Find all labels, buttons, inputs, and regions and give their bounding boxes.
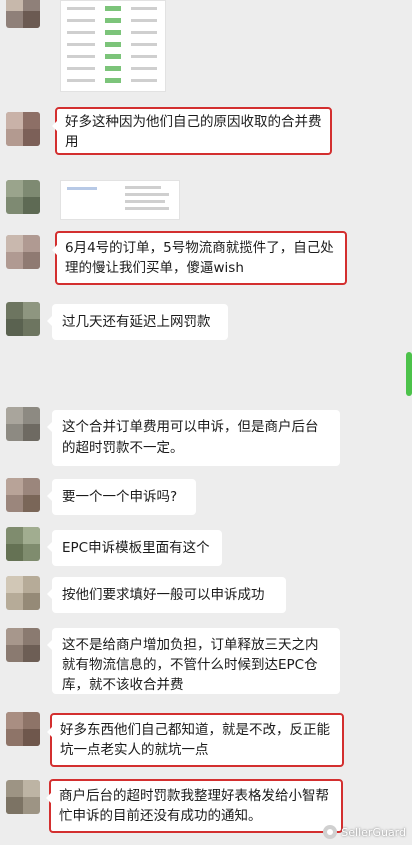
avatar[interactable] [6,180,40,214]
avatar[interactable] [6,712,40,746]
screenshot-thumbnail[interactable] [60,0,166,92]
watermark: SellerGuard [323,825,406,839]
message-bubble: 6月4号的订单，5号物流商就揽件了，自己处理的慢让我们买单，傻逼wish [52,231,347,285]
avatar[interactable] [6,527,40,561]
message-text: 过几天还有延迟上网罚款 [62,314,211,330]
watermark-text: SellerGuard [341,825,406,839]
message-text: 按他们要求填好一般可以申诉成功 [62,587,265,603]
avatar[interactable] [6,0,40,28]
message-text: 好多东西他们自己都知道，就是不改，反正能坑一点老实人的就坑一点 [60,722,330,758]
message-bubble: EPC申诉模板里面有这个 [47,530,222,566]
message-bubble: 这不是给商户增加负担，订单释放三天之内就有物流信息的，不管什么时候到达EPC仓库… [47,628,340,694]
avatar[interactable] [6,478,40,512]
avatar[interactable] [6,302,40,336]
avatar[interactable] [6,407,40,441]
message-text: 6月4号的订单，5号物流商就揽件了，自己处理的慢让我们买单，傻逼wish [65,240,334,276]
avatar[interactable] [6,235,40,269]
message-text: EPC申诉模板里面有这个 [62,540,210,556]
message-text: 好多这种因为他们自己的原因收取的合并费用 [65,114,322,150]
avatar[interactable] [6,628,40,662]
scrollbar[interactable] [406,352,412,396]
message-bubble: 要一个一个申诉吗? [47,479,196,515]
message-text: 要一个一个申诉吗? [62,489,178,505]
message-bubble: 好多这种因为他们自己的原因收取的合并费用 [52,107,332,155]
message-bubble: 过几天还有延迟上网罚款 [47,304,228,340]
message-bubble: 这个合并订单费用可以申诉，但是商户后台的超时罚款不一定。 [47,410,340,466]
message-bubble: 按他们要求填好一般可以申诉成功 [47,577,286,613]
message-text: 这不是给商户增加负担，订单释放三天之内就有物流信息的，不管什么时候到达EPC仓库… [62,637,319,693]
message-bubble: 好多东西他们自己都知道，就是不改，反正能坑一点老实人的就坑一点 [47,713,344,767]
avatar[interactable] [6,780,40,814]
wechat-icon [323,825,338,839]
screenshot-thumbnail[interactable] [60,180,180,220]
message-text: 商户后台的超时罚款我整理好表格发给小智帮忙申诉的目前还没有成功的通知。 [59,788,329,824]
avatar[interactable] [6,112,40,146]
avatar[interactable] [6,576,40,610]
message-bubble: 商户后台的超时罚款我整理好表格发给小智帮忙申诉的目前还没有成功的通知。 [46,779,343,833]
message-text: 这个合并订单费用可以申诉，但是商户后台的超时罚款不一定。 [62,419,319,456]
